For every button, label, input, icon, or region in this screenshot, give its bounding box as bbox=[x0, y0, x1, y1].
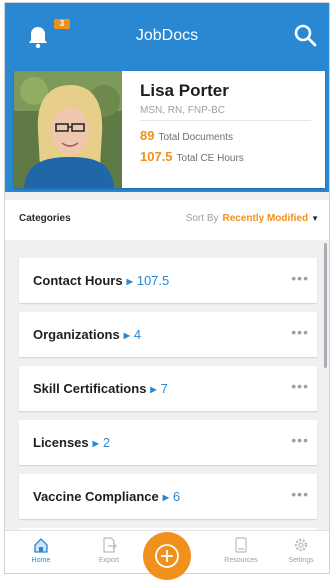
category-row-contact-hours[interactable]: Contact Hours ▶ 107.5 ••• bbox=[19, 258, 317, 303]
category-list: Contact Hours ▶ 107.5 ••• Organizations ▶ 4 … bbox=[19, 258, 317, 573]
category-row-vaccine-compliance[interactable]: Vaccine Compliance ▶ 6 ••• bbox=[19, 474, 317, 519]
profile-name: Lisa Porter bbox=[140, 81, 229, 100]
category-label: Skill Certifications ▶ 7 bbox=[33, 381, 168, 396]
category-count: 4 bbox=[133, 327, 142, 342]
more-options-icon[interactable]: ••• bbox=[291, 432, 309, 448]
category-name: Licenses bbox=[33, 435, 89, 450]
category-label: Licenses ▶ 2 bbox=[33, 435, 110, 450]
search-icon[interactable] bbox=[293, 23, 317, 47]
category-label: Organizations ▶ 4 bbox=[33, 327, 141, 342]
arrow-right-icon: ▶ bbox=[126, 277, 133, 286]
gear-icon bbox=[294, 538, 308, 552]
profile-credentials: MSN, RN, FNP-BC bbox=[140, 105, 225, 116]
stat-label: Total CE Hours bbox=[176, 153, 244, 164]
arrow-right-icon: ▶ bbox=[150, 385, 157, 394]
category-label: Contact Hours ▶ 107.5 bbox=[33, 273, 169, 288]
app-title: JobDocs bbox=[135, 27, 199, 44]
arrow-right-icon: ▶ bbox=[162, 493, 169, 502]
category-row-organizations[interactable]: Organizations ▶ 4 ••• bbox=[19, 312, 317, 357]
category-count: 107.5 bbox=[136, 273, 170, 288]
divider bbox=[140, 120, 311, 121]
more-options-icon[interactable]: ••• bbox=[291, 486, 309, 502]
more-options-icon[interactable]: ••• bbox=[291, 270, 309, 286]
stat-value: 107.5 bbox=[140, 149, 173, 164]
book-icon bbox=[235, 537, 247, 553]
category-count: 7 bbox=[160, 381, 168, 396]
nav-label: Export bbox=[98, 557, 120, 564]
nav-settings[interactable]: Settings bbox=[276, 537, 326, 564]
category-count: 6 bbox=[172, 489, 181, 504]
arrow-right-icon: ▶ bbox=[92, 439, 99, 448]
category-label: Vaccine Compliance ▶ 6 bbox=[33, 489, 180, 504]
nav-home[interactable]: Home bbox=[16, 537, 66, 564]
home-icon bbox=[34, 538, 48, 553]
categories-title: Categories bbox=[19, 213, 71, 224]
categories-header: Categories Sort By Recently Modified ▼ bbox=[5, 200, 329, 240]
category-row-skill-certifications[interactable]: Skill Certifications ▶ 7 ••• bbox=[19, 366, 317, 411]
export-icon bbox=[103, 537, 117, 553]
sort-label: Sort By bbox=[185, 213, 219, 224]
arrow-right-icon: ▶ bbox=[123, 331, 130, 340]
nav-resources[interactable]: Resources bbox=[216, 537, 266, 564]
more-options-icon[interactable]: ••• bbox=[291, 378, 309, 394]
stat-ce-hours: 107.5 Total CE Hours bbox=[140, 149, 244, 164]
category-name: Vaccine Compliance bbox=[33, 489, 159, 504]
stat-documents: 89 Total Documents bbox=[140, 128, 233, 143]
nav-export[interactable]: Export bbox=[84, 537, 134, 564]
stat-label: Total Documents bbox=[158, 132, 233, 143]
add-document-button[interactable] bbox=[143, 532, 191, 580]
profile-photo bbox=[14, 71, 122, 188]
top-bar: 3 JobDocs bbox=[5, 3, 329, 71]
category-name: Skill Certifications bbox=[33, 381, 147, 396]
sort-dropdown[interactable]: Sort By Recently Modified ▼ bbox=[186, 213, 319, 224]
profile-card[interactable]: Lisa Porter MSN, RN, FNP-BC 89 Total Docu… bbox=[14, 71, 325, 188]
category-name: Contact Hours bbox=[33, 273, 123, 288]
caret-down-icon: ▼ bbox=[311, 214, 319, 223]
app-frame: 3 JobDocs Lisa Porter MSN, RN, FNP-BC 89… bbox=[4, 2, 330, 574]
category-row-licenses[interactable]: Licenses ▶ 2 ••• bbox=[19, 420, 317, 465]
nav-label: Home bbox=[31, 557, 51, 564]
more-options-icon[interactable]: ••• bbox=[291, 324, 309, 340]
stat-value: 89 bbox=[140, 128, 155, 143]
sort-value: Recently Modified bbox=[222, 213, 309, 224]
plus-circle-icon bbox=[155, 544, 179, 568]
category-count: 2 bbox=[102, 435, 111, 450]
category-name: Organizations bbox=[33, 327, 120, 342]
scrollbar[interactable] bbox=[324, 243, 327, 368]
nav-label: Resources bbox=[224, 557, 258, 564]
nav-label: Settings bbox=[288, 557, 314, 564]
header: 3 JobDocs Lisa Porter MSN, RN, FNP-BC 89… bbox=[5, 3, 329, 192]
